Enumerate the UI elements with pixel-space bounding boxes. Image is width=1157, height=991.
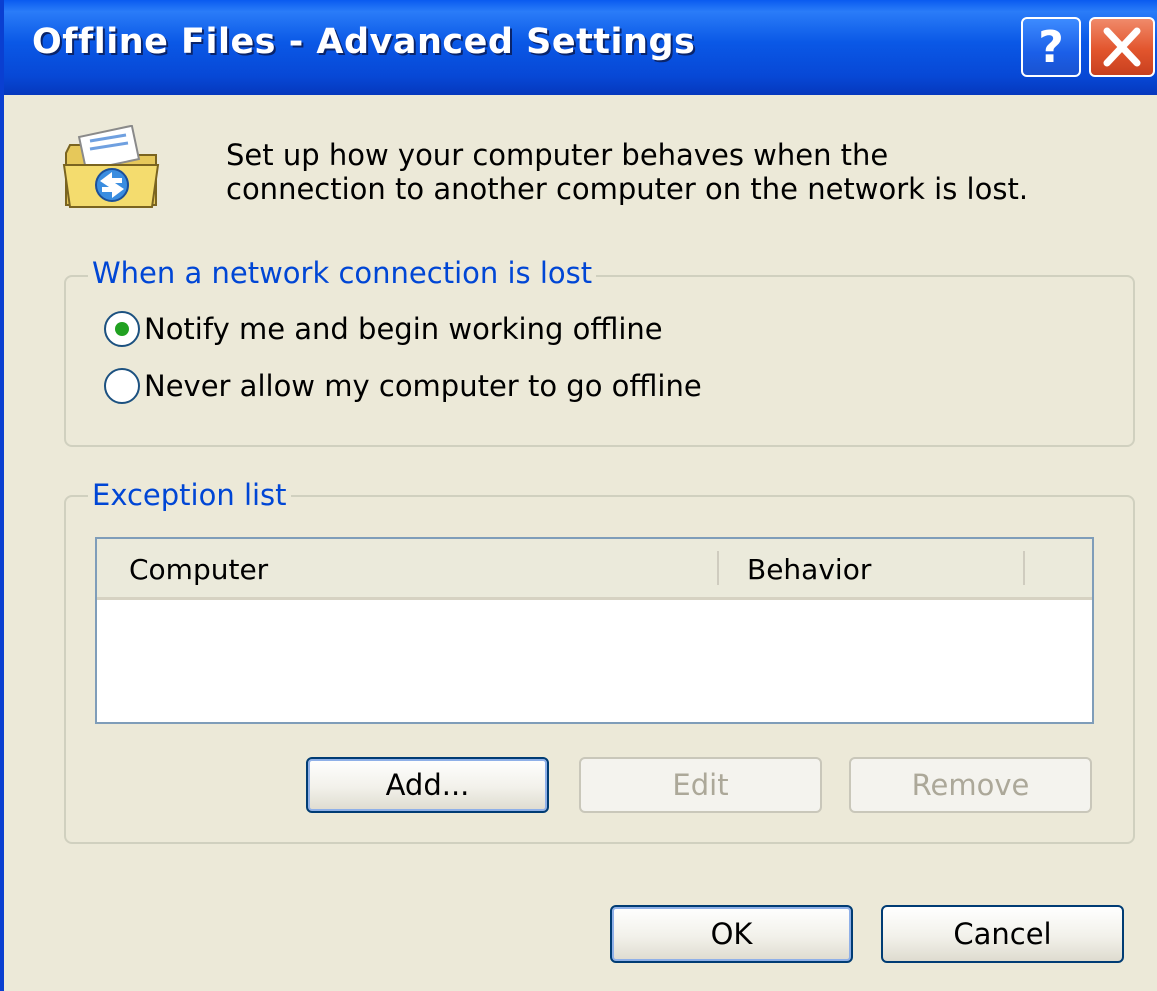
exception-list[interactable]: Computer Behavior [95,537,1094,724]
remove-button[interactable]: Remove [849,757,1092,813]
remove-button-label: Remove [911,768,1030,802]
edit-button-label: Edit [672,768,729,802]
column-header-behavior[interactable]: Behavior [747,553,871,586]
help-button[interactable]: ? [1021,17,1081,77]
radio-never-offline[interactable]: Never allow my computer to go offline [104,366,702,406]
cancel-button-label: Cancel [953,917,1052,951]
network-lost-group [64,275,1135,447]
dialog-window: Offline Files - Advanced Settings ? Set … [0,0,1157,991]
ok-button-label: OK [710,917,753,951]
help-icon: ? [1038,21,1064,73]
close-icon [1103,27,1141,67]
intro-description: Set up how your computer behaves when th… [226,138,1029,206]
ok-button[interactable]: OK [610,905,853,963]
column-divider[interactable] [1023,551,1025,585]
radio-button-selected[interactable] [104,311,140,347]
column-header-computer[interactable]: Computer [129,553,268,586]
cancel-button[interactable]: Cancel [881,905,1124,963]
window-title: Offline Files - Advanced Settings [32,22,696,62]
radio-notify-offline-label: Notify me and begin working offline [144,312,663,346]
offline-files-icon [62,125,160,208]
exception-list-group-label: Exception list [88,478,291,512]
add-button[interactable]: Add... [306,757,549,813]
close-button[interactable] [1089,17,1155,77]
column-divider[interactable] [717,551,719,585]
exception-list-header: Computer Behavior [97,539,1092,600]
radio-never-offline-label: Never allow my computer to go offline [144,369,702,403]
edit-button[interactable]: Edit [579,757,822,813]
radio-notify-offline[interactable]: Notify me and begin working offline [104,309,663,349]
add-button-label: Add... [385,768,470,802]
radio-button-unselected[interactable] [104,368,140,404]
title-bar[interactable]: Offline Files - Advanced Settings ? [4,0,1157,95]
network-lost-group-label: When a network connection is lost [88,256,597,290]
